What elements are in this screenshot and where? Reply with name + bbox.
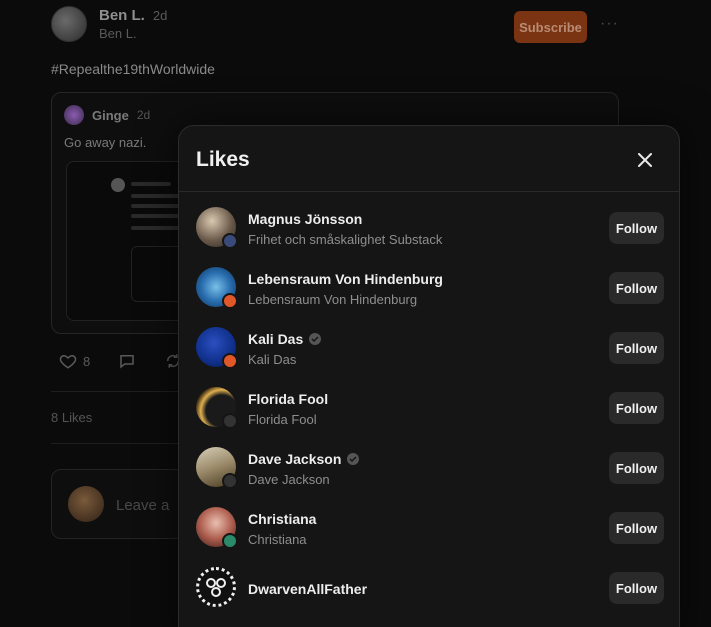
- embedded-line: [131, 182, 171, 186]
- author-handle: Ben L.: [99, 26, 137, 41]
- quote-header: Ginge 2d: [64, 105, 150, 125]
- like-row[interactable]: Kali Das Kali Das Follow: [179, 318, 679, 378]
- heart-icon: [59, 354, 77, 369]
- modal-divider: [179, 191, 679, 192]
- like-row[interactable]: Dave Jackson Dave Jackson Follow: [179, 438, 679, 498]
- likes-list: Magnus Jönsson Frihet och småskalighet S…: [179, 198, 679, 618]
- likes-summary[interactable]: 8 Likes: [51, 410, 92, 425]
- subscribe-button[interactable]: Subscribe: [514, 11, 587, 43]
- user-subtitle: Kali Das: [248, 352, 297, 367]
- quote-author-name: Ginge: [92, 107, 129, 123]
- author-avatar[interactable]: [51, 6, 87, 42]
- user-name-line: Florida Fool: [248, 391, 328, 407]
- publication-badge: [222, 233, 238, 249]
- user-name-line: DwarvenAllFather: [248, 581, 367, 597]
- publication-badge: [222, 353, 238, 369]
- like-row[interactable]: Lebensraum Von Hindenburg Lebensraum Von…: [179, 258, 679, 318]
- post-age: 2d: [152, 8, 168, 23]
- follow-button[interactable]: Follow: [609, 512, 664, 544]
- user-name-line: Christiana: [248, 511, 316, 527]
- user-subtitle: Christiana: [248, 532, 307, 547]
- like-row[interactable]: DwarvenAllFather Follow: [179, 558, 679, 618]
- divider: [51, 391, 181, 392]
- user-name[interactable]: Christiana: [248, 511, 316, 527]
- like-row[interactable]: Christiana Christiana Follow: [179, 498, 679, 558]
- modal-title: Likes: [196, 148, 250, 171]
- user-subtitle: Dave Jackson: [248, 472, 330, 487]
- follow-button[interactable]: Follow: [609, 392, 664, 424]
- user-name-line: Dave Jackson: [248, 451, 360, 467]
- publication-badge: [222, 533, 238, 549]
- comment-action[interactable]: [118, 352, 136, 370]
- user-subtitle: Lebensraum Von Hindenburg: [248, 292, 418, 307]
- likes-modal: Likes Magnus Jönsson Frihet och småskali…: [178, 125, 680, 627]
- user-name[interactable]: Kali Das: [248, 331, 303, 347]
- embedded-avatar: [111, 178, 125, 192]
- user-subtitle: Florida Fool: [248, 412, 317, 427]
- divider: [51, 443, 181, 444]
- author-line: Ben L. 2d: [99, 7, 167, 24]
- user-name[interactable]: Dave Jackson: [248, 451, 341, 467]
- like-row[interactable]: Florida Fool Florida Fool Follow: [179, 378, 679, 438]
- user-name[interactable]: Florida Fool: [248, 391, 328, 407]
- follow-button[interactable]: Follow: [609, 212, 664, 244]
- publication-badge: [222, 413, 238, 429]
- user-name[interactable]: Magnus Jönsson: [248, 211, 362, 227]
- user-subtitle: Frihet och småskalighet Substack: [248, 232, 443, 247]
- user-name-line: Lebensraum Von Hindenburg: [248, 271, 443, 287]
- like-count: 8: [83, 353, 91, 369]
- comment-box[interactable]: Leave a: [51, 469, 191, 539]
- close-icon: [638, 153, 652, 167]
- quote-age: 2d: [136, 108, 151, 122]
- user-name[interactable]: Lebensraum Von Hindenburg: [248, 271, 443, 287]
- close-button[interactable]: [631, 146, 659, 174]
- publication-badge: [222, 473, 238, 489]
- more-options-button[interactable]: ···: [600, 15, 619, 33]
- follow-button[interactable]: Follow: [609, 452, 664, 484]
- like-action[interactable]: 8: [59, 352, 90, 370]
- quote-text: Go away nazi.: [64, 135, 147, 150]
- post-actions: 8: [59, 352, 182, 370]
- verified-icon: [309, 333, 322, 345]
- follow-button[interactable]: Follow: [609, 272, 664, 304]
- verified-icon: [347, 453, 360, 465]
- follow-button[interactable]: Follow: [609, 332, 664, 364]
- like-row[interactable]: Magnus Jönsson Frihet och småskalighet S…: [179, 198, 679, 258]
- comment-icon: [120, 355, 134, 369]
- author-block: Ben L. 2d Ben L.: [99, 7, 167, 41]
- user-avatar[interactable]: [196, 567, 236, 607]
- publication-badge: [222, 293, 238, 309]
- current-user-avatar: [68, 486, 104, 522]
- post-header: Ben L. 2d Ben L.: [51, 6, 167, 42]
- quote-author-avatar: [64, 105, 84, 125]
- follow-button[interactable]: Follow: [609, 572, 664, 604]
- post-body: #Repealthe19thWorldwide: [51, 61, 215, 77]
- author-name[interactable]: Ben L.: [99, 7, 145, 24]
- user-name-line: Kali Das: [248, 331, 322, 347]
- comment-placeholder: Leave a: [116, 497, 170, 514]
- user-name[interactable]: DwarvenAllFather: [248, 581, 367, 597]
- triskele-icon: [206, 578, 226, 597]
- user-name-line: Magnus Jönsson: [248, 211, 362, 227]
